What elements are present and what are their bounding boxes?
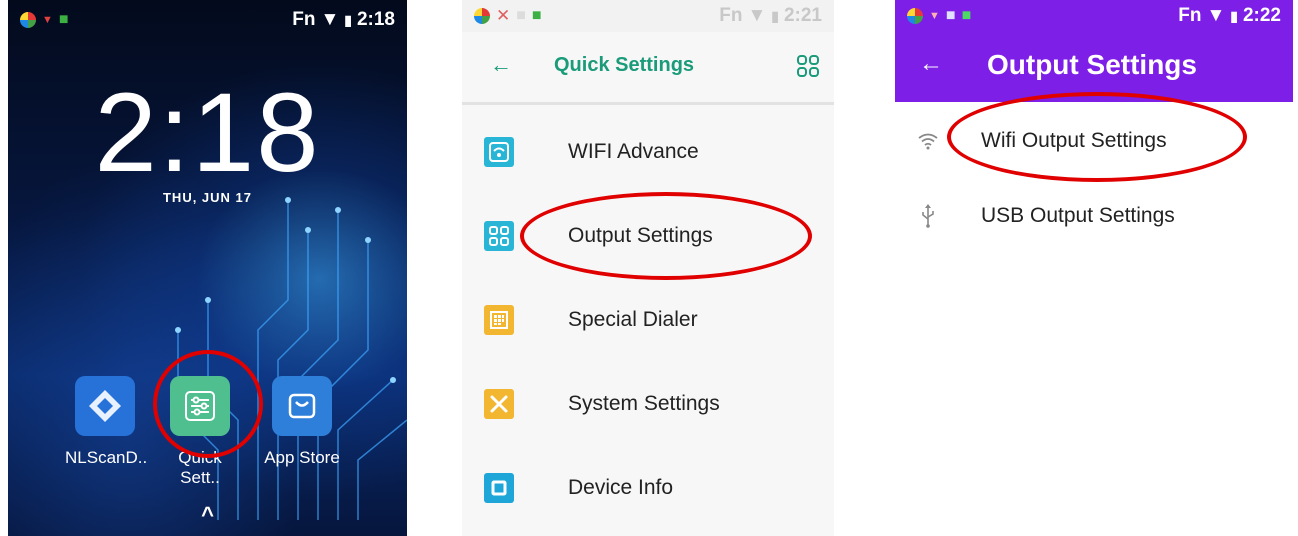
app-nlscan[interactable]: NLScanD.. <box>65 376 148 468</box>
wifi-icon: ▼ <box>320 9 340 30</box>
back-arrow-icon[interactable]: ← <box>490 52 512 78</box>
list-item-device-info[interactable]: Device Info <box>462 446 834 530</box>
output-settings-screen: ▼ ■ ■ Fn ▼ ▮ 2:22 ← Output Settings Wifi… <box>895 0 1293 536</box>
list-item-label: System Settings <box>568 392 720 415</box>
list-item-label: Device Info <box>568 476 674 499</box>
battery-icon: ▮ <box>344 11 352 28</box>
page-title: Quick Settings <box>554 54 695 76</box>
fn-indicator: Fn <box>719 5 743 26</box>
nlscan-icon <box>75 376 135 436</box>
app-drawer-handle[interactable]: ^ <box>8 502 407 528</box>
app-label: NLScanD.. <box>65 448 148 467</box>
highlight-circle <box>947 92 1247 182</box>
app-notification-icon <box>20 12 36 28</box>
highlight-circle <box>520 192 812 280</box>
status-bar: ▼ ■ Fn ▼ ▮ 2:18 <box>8 0 407 40</box>
status-bar: ▼ ■ ■ Fn ▼ ▮ 2:22 <box>895 0 1293 32</box>
wifi-advance-icon <box>484 137 514 167</box>
app-notification-icon <box>907 8 923 24</box>
list-item-label: USB Output Settings <box>981 204 1175 227</box>
fn-indicator: Fn <box>292 9 316 30</box>
signal-notification-icon: ▼ <box>42 14 53 26</box>
app-notification-icon <box>474 8 490 24</box>
list-item-label: WIFI Advance <box>568 140 699 163</box>
battery-icon: ▮ <box>1230 7 1238 24</box>
back-arrow-icon[interactable]: ← <box>919 50 943 78</box>
page-title: Output Settings <box>987 49 1197 80</box>
status-time: 2:18 <box>356 9 395 30</box>
grid-view-icon[interactable] <box>796 54 820 78</box>
app-app-store[interactable]: App Store <box>262 376 342 468</box>
usb-icon <box>915 204 941 228</box>
status-time: 2:21 <box>783 5 822 26</box>
home-screen: ▼ ■ Fn ▼ ▮ 2:18 2:18 THU, JUN 17 NLScanD… <box>8 0 407 536</box>
output-grid-icon <box>484 221 514 251</box>
app-label: App Store <box>264 448 340 467</box>
battery-icon: ▮ <box>771 7 779 24</box>
lock-icon: ■ <box>531 7 542 24</box>
chip-icon <box>484 473 514 503</box>
wifi-icon: ▼ <box>1206 5 1226 26</box>
lock-icon: ■ <box>961 7 972 24</box>
toolbar: ← Quick Settings <box>462 32 834 105</box>
home-clock: 2:18 <box>94 70 321 195</box>
list-item-wifi-advance[interactable]: WIFI Advance <box>462 110 834 194</box>
list-item-system-settings[interactable]: System Settings <box>462 362 834 446</box>
signal-notification-icon: ▼ <box>929 10 940 22</box>
image-notification-icon: ■ <box>516 7 526 24</box>
close-notification-icon: ✕ <box>496 6 511 25</box>
wifi-icon: ▼ <box>747 5 767 26</box>
list-item-special-dialer[interactable]: Special Dialer <box>462 278 834 362</box>
quick-settings-screen: ✕ ■ ■ Fn ▼ ▮ 2:21 ← Quick Settings WIFI … <box>462 0 834 536</box>
status-time: 2:22 <box>1242 5 1281 26</box>
shopping-bag-icon <box>272 376 332 436</box>
lock-icon: ■ <box>58 11 69 28</box>
home-date: THU, JUN 17 <box>162 190 253 205</box>
image-notification-icon: ■ <box>945 7 956 24</box>
fn-indicator: Fn <box>1178 5 1202 26</box>
highlight-circle <box>153 350 263 458</box>
list-item-usb-output[interactable]: USB Output Settings <box>895 186 1293 246</box>
tools-icon <box>484 389 514 419</box>
list-item-label: Special Dialer <box>568 308 698 331</box>
dialer-keypad-icon <box>484 305 514 335</box>
status-bar: ✕ ■ ■ Fn ▼ ▮ 2:21 <box>462 0 834 32</box>
wifi-icon <box>915 132 941 150</box>
